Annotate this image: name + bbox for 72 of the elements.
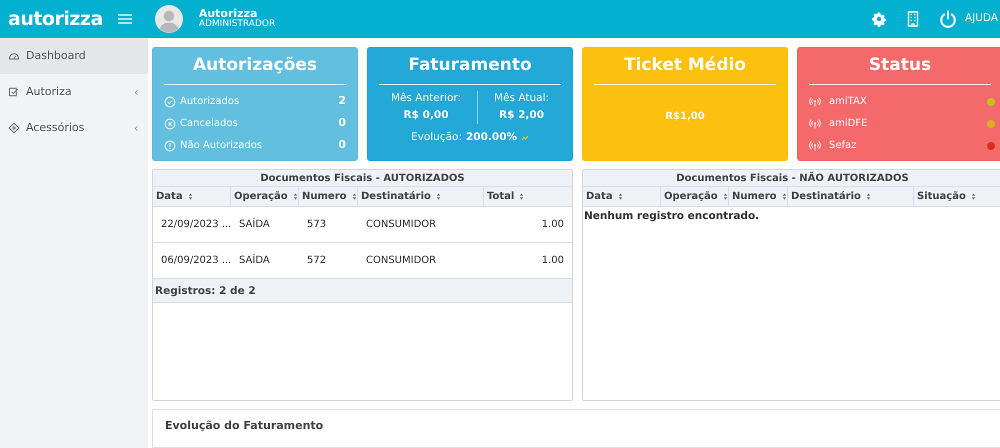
row-value: 2: [338, 93, 346, 110]
user-name: Autorizza: [198, 8, 258, 20]
trend-icon: [521, 134, 530, 142]
period-value: R$ 2,00: [498, 108, 545, 124]
column-header[interactable]: Total: [484, 186, 572, 206]
sort-icon: [722, 192, 729, 200]
row-label: Não Autorizados: [180, 139, 264, 153]
sort-icon: [616, 192, 624, 200]
antenna-icon: [809, 140, 821, 152]
diamond-icon: [8, 122, 20, 134]
column-header[interactable]: Numero: [299, 186, 358, 206]
avatar-icon: [154, 5, 183, 33]
table-cell-text: 572: [306, 254, 328, 268]
empty-message: Nenhum registro encontrado.: [583, 208, 760, 224]
column-header[interactable]: Operação: [661, 186, 729, 206]
sidebar-item[interactable]: Autoriza: [0, 74, 148, 110]
sort-icon: [350, 192, 358, 200]
table-cell-text: SAÍDA: [238, 216, 271, 232]
sort-icon: [518, 192, 526, 200]
sort-icon: [780, 192, 788, 200]
check-circle-icon: [164, 96, 176, 108]
sort-icon: [434, 192, 442, 200]
table-cell-text: 1.00: [540, 218, 565, 232]
period-label: Mês Atual:: [493, 90, 550, 106]
table-cell-text: CONSUMIDOR: [365, 218, 438, 232]
sort-icon: [970, 192, 977, 200]
period-label: Mês Anterior:: [390, 90, 462, 106]
table-title: Documentos Fiscais - NÃO AUTORIZADOS: [583, 170, 1000, 186]
card-title: Ticket Médio: [594, 51, 776, 84]
power-icon[interactable]: [938, 10, 957, 28]
table-cell-text: 573: [306, 218, 328, 232]
sort-icon: [186, 192, 194, 200]
x-circle-icon: [164, 118, 176, 130]
panel-title: Evolução do Faturamento: [152, 408, 1000, 448]
column-header[interactable]: Operação: [231, 186, 299, 206]
service-name: amiDFE: [829, 117, 868, 131]
column-header[interactable]: Situação: [914, 186, 1000, 206]
checkbox-icon: [8, 86, 20, 98]
column-header[interactable]: Data: [153, 186, 231, 206]
service-name: Sefaz: [829, 139, 858, 153]
table-cell-text: 1.00: [540, 254, 565, 268]
row-label: Cancelados: [180, 117, 239, 131]
card-title: Status: [809, 51, 991, 84]
service-name: amiTAX: [829, 95, 868, 109]
ticket-value: R$1,00: [664, 110, 706, 124]
table-title: Documentos Fiscais - AUTORIZADOS: [153, 170, 572, 186]
column-header[interactable]: Data: [583, 186, 661, 206]
period-value: R$ 0,00: [402, 108, 450, 124]
sort-icon: [864, 192, 872, 200]
alert-circle-icon: [164, 140, 176, 152]
card-title: Autorizações: [164, 51, 346, 84]
evolution-label: Evolução:: [410, 130, 462, 145]
antenna-icon: [809, 96, 821, 108]
evolution-value: 200.00%: [466, 130, 518, 145]
column-header[interactable]: Destinatário: [358, 186, 484, 206]
settings-icon[interactable]: [870, 11, 887, 27]
sidebar-item[interactable]: Dashboard: [0, 38, 148, 74]
card-title: Faturamento: [379, 51, 561, 84]
column-header[interactable]: Destinatário: [788, 186, 914, 206]
table-footer: Registros: 2 de 2: [153, 278, 572, 302]
table-cell-text: 22/09/2023 ...: [160, 218, 231, 232]
antenna-icon: [809, 118, 821, 130]
table-cell-text: SAÍDA: [238, 252, 271, 268]
table-cell-text: 06/09/2023 ...: [160, 254, 231, 268]
user-role: ADMINISTRADOR: [198, 20, 276, 30]
row-label: Autorizados: [180, 95, 240, 109]
sort-icon: [292, 192, 299, 200]
column-header[interactable]: Numero: [729, 186, 788, 206]
row-value: 0: [338, 115, 346, 132]
row-value: 0: [338, 137, 346, 154]
table-cell-text: CONSUMIDOR: [365, 254, 438, 268]
sidebar-item[interactable]: Acessórios: [0, 110, 148, 146]
